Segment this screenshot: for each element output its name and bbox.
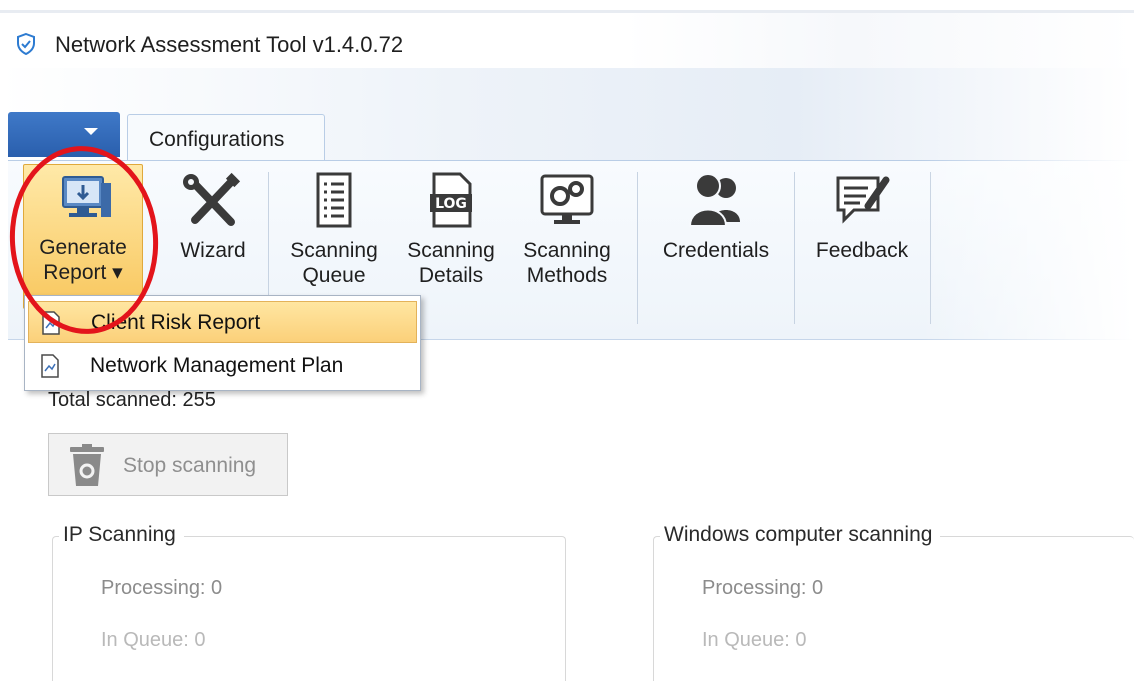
credentials-label: Credentials	[662, 239, 770, 262]
menu-item-network-management-plan[interactable]: Network Management Plan	[28, 345, 417, 387]
ip-in-queue-count: In Queue: 0	[101, 629, 206, 651]
total-scanned-label: Total scanned: 255	[48, 389, 216, 411]
log-document-icon: LOG	[430, 172, 472, 228]
scanning-queue-button[interactable]: Scanning Queue	[283, 168, 385, 308]
list-document-icon	[316, 172, 352, 228]
trash-bin-icon	[70, 444, 104, 486]
window-title: Network Assessment Tool v1.4.0.72	[55, 32, 404, 57]
windows-processing-count: Processing: 0	[702, 577, 824, 599]
scanning-queue-label-line1: Scanning	[290, 239, 378, 262]
svg-text:LOG: LOG	[435, 196, 467, 212]
ribbon-separator	[794, 172, 795, 324]
feedback-button[interactable]: Feedback	[806, 168, 918, 308]
scanning-details-button[interactable]: LOG Scanning Details	[399, 168, 503, 308]
ribbon-separator	[637, 172, 638, 324]
credentials-button[interactable]: Credentials	[652, 168, 780, 308]
wrench-screwdriver-icon	[183, 172, 241, 226]
scanning-methods-label-line1: Scanning	[523, 239, 611, 262]
ribbon-fade	[920, 160, 1134, 340]
scanning-details-label-line1: Scanning	[407, 239, 495, 262]
ip-processing-count: Processing: 0	[101, 577, 223, 599]
windows-scanning-group: Windows computer scanning Processing: 0 …	[653, 523, 1134, 681]
windows-scanning-title: Windows computer scanning	[660, 523, 941, 547]
scanning-details-label-line2: Details	[418, 264, 484, 287]
users-icon	[688, 173, 740, 227]
stop-scanning-button[interactable]: Stop scanning	[48, 433, 288, 496]
report-document-icon	[41, 354, 59, 378]
tab-label: Configurations	[149, 128, 285, 151]
title-bar-edge	[0, 10, 1134, 13]
wizard-button[interactable]: Wizard	[170, 168, 256, 308]
tab-configurations[interactable]: Configurations	[127, 114, 325, 161]
wizard-label: Wizard	[180, 239, 246, 262]
ip-scanning-title: IP Scanning	[59, 523, 184, 547]
gears-monitor-icon	[540, 174, 594, 224]
scanning-methods-label-line2: Methods	[526, 264, 608, 287]
feedback-label: Feedback	[815, 239, 909, 262]
shield-icon	[17, 33, 35, 55]
title-bar: Network Assessment Tool v1.4.0.72	[0, 10, 1134, 68]
scanning-queue-label-line2: Queue	[302, 264, 366, 287]
scanning-methods-button[interactable]: Scanning Methods	[514, 168, 620, 308]
windows-in-queue-count: In Queue: 0	[702, 629, 807, 651]
ip-scanning-group: IP Scanning Processing: 0 In Queue: 0	[52, 523, 566, 681]
feedback-pen-icon	[836, 176, 890, 224]
stop-scanning-label: Stop scanning	[123, 454, 257, 477]
menu-item-label: Network Management Plan	[90, 354, 344, 377]
chevron-down-icon	[84, 128, 98, 135]
